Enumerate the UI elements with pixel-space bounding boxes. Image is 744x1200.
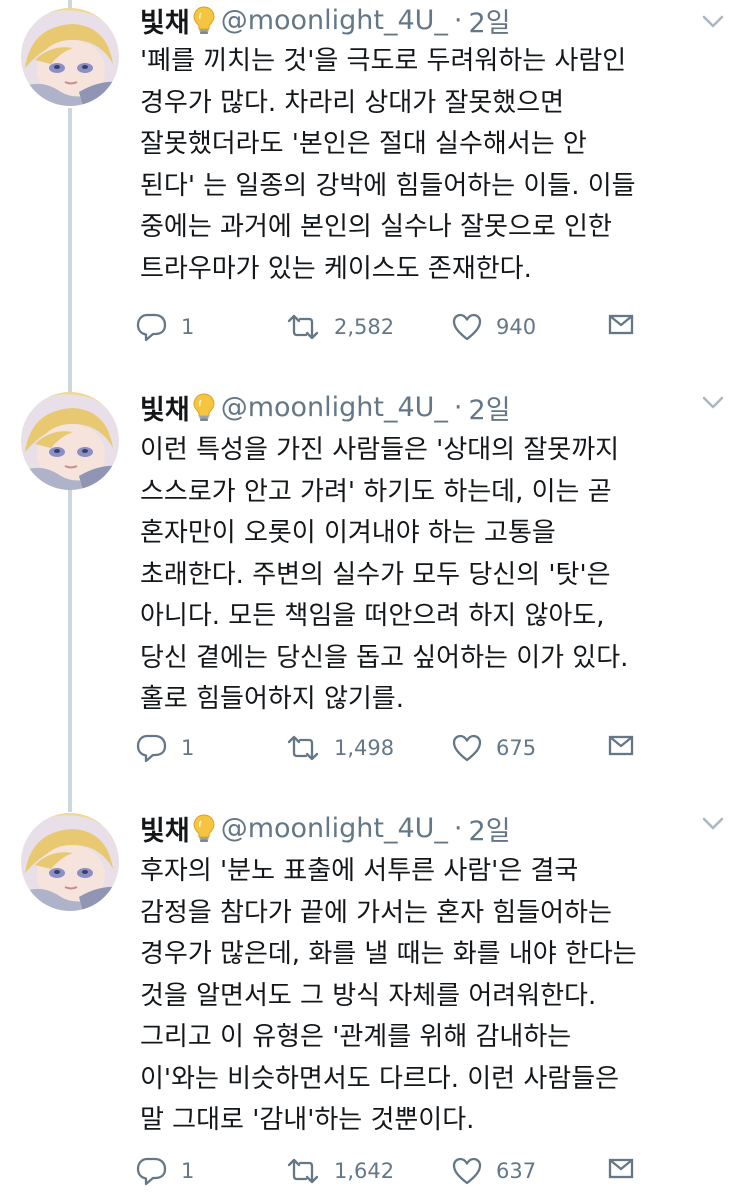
reply-button[interactable]: 1 <box>136 307 194 347</box>
tweet-text: '폐를 끼치는 것'을 극도로 두려워하는 사람인 경우가 많다. 차라리 상대… <box>140 41 730 290</box>
reply-count: 1 <box>181 736 195 760</box>
tweet-text-line: 중에는 과거에 본인의 실수나 잘못으로 인한 <box>140 212 612 242</box>
mail-icon <box>608 735 634 756</box>
tweet-actions: 1 1,642 637 <box>136 1151 656 1191</box>
tweet[interactable]: 빛채 @moonlight_4U_ · 2일 '폐를 끼치는 것'을 극도로 두… <box>0 0 744 370</box>
chevron-down-icon[interactable] <box>702 395 724 409</box>
tweet-text-line: 잘못했더라도 '본인은 절대 실수해서는 안 <box>140 129 587 159</box>
timestamp[interactable]: 2일 <box>469 809 511 848</box>
author-name[interactable]: 빛채 <box>140 809 190 848</box>
tweet-actions: 1 1,498 675 <box>136 728 656 768</box>
separator: · <box>453 391 463 423</box>
tweet-header: 빛채 @moonlight_4U_ · 2일 <box>140 808 511 848</box>
tweet-text-line: 홀로 힘들어하지 않기를. <box>140 684 404 714</box>
lightbulb-icon <box>192 5 215 35</box>
reply-icon <box>136 734 167 762</box>
avatar[interactable] <box>21 392 119 490</box>
reply-icon <box>136 1157 167 1185</box>
author-name[interactable]: 빛채 <box>140 1 190 40</box>
retweet-icon <box>287 314 319 340</box>
tweet-text-line: 감정을 참다가 끝에 가서는 혼자 힘들어하는 <box>140 897 612 928</box>
avatar[interactable] <box>21 8 119 106</box>
heart-icon <box>452 313 482 341</box>
tweet-text-line: 스스로가 안고 가려' 하기도 하는데, 이는 곧 <box>140 476 612 507</box>
tweet-text-line: 혼자만이 오롯이 이겨내야 하는 고통을 <box>140 518 556 548</box>
reply-icon <box>136 313 167 341</box>
author-handle[interactable]: @moonlight_4U_ <box>221 392 448 423</box>
retweet-icon <box>287 735 319 761</box>
direct-message-button[interactable] <box>608 313 634 340</box>
retweet-button[interactable]: 2,582 <box>286 307 394 347</box>
separator: · <box>453 4 463 36</box>
lightbulb-icon <box>192 392 215 422</box>
mail-icon <box>608 1158 634 1179</box>
lightbulb-icon <box>192 813 215 843</box>
retweet-count: 1,498 <box>334 736 395 760</box>
direct-message-button[interactable] <box>608 1157 634 1184</box>
retweet-count: 1,642 <box>334 1159 395 1183</box>
retweet-button[interactable]: 1,642 <box>286 1151 394 1191</box>
tweet-text-line: 경우가 많다. 차라리 상대가 잘못했으면 <box>140 87 565 118</box>
tweet-text-line: 이런 특성을 가진 사람들은 '상대의 잘못까지 <box>140 435 620 465</box>
like-count: 637 <box>496 1159 537 1183</box>
like-button[interactable]: 637 <box>452 1151 536 1191</box>
tweet-text-line: 말 그대로 '감내'하는 것뿐이다. <box>140 1105 475 1135</box>
tweet-text-line: 이'와는 비슷하면서도 다르다. 이런 사람들은 <box>140 1063 620 1094</box>
tweet-text-line: 트라우마가 있는 케이스도 존재한다. <box>140 253 532 284</box>
reply-count: 1 <box>181 315 195 339</box>
reply-button[interactable]: 1 <box>136 1151 194 1191</box>
chevron-down-icon[interactable] <box>702 14 724 28</box>
avatar[interactable] <box>21 813 119 911</box>
timestamp[interactable]: 2일 <box>469 1 511 40</box>
tweet-text: 이런 특성을 가진 사람들은 '상대의 잘못까지 스스로가 안고 가려' 하기도… <box>140 430 730 721</box>
tweet-text-line: 경우가 많은데, 화를 낼 때는 화를 내야 한다는 <box>140 939 637 969</box>
chevron-down-icon[interactable] <box>702 816 724 830</box>
tweet-text-line: 아니다. 모든 책임을 떠안으려 하지 않아도, <box>140 601 605 631</box>
heart-icon <box>452 1157 482 1185</box>
tweet[interactable]: 빛채 @moonlight_4U_ · 2일 이런 특성을 가진 사람들은 '상… <box>0 385 744 795</box>
tweet-actions: 1 2,582 940 <box>136 307 656 347</box>
timestamp[interactable]: 2일 <box>469 388 511 427</box>
tweet-header: 빛채 @moonlight_4U_ · 2일 <box>140 0 511 40</box>
tweet-text-line: 것을 알면서도 그 방식 자체를 어려워한다. <box>140 980 597 1011</box>
like-count: 675 <box>496 736 537 760</box>
author-handle[interactable]: @moonlight_4U_ <box>221 5 448 36</box>
tweet[interactable]: 빛채 @moonlight_4U_ · 2일 후자의 '분노 표출에 서투른 사… <box>0 805 744 1200</box>
tweet-header: 빛채 @moonlight_4U_ · 2일 <box>140 387 511 427</box>
tweet-text-line: 초래한다. 주변의 실수가 모두 당신의 '탓'은 <box>140 559 611 590</box>
tweet-text-line: '폐를 끼치는 것'을 극도로 두려워하는 사람인 <box>140 46 627 76</box>
reply-button[interactable]: 1 <box>136 728 194 768</box>
tweet-text-line: 된다' 는 일종의 강박에 힘들어하는 이들. 이들 <box>140 170 636 201</box>
tweet-text: 후자의 '분노 표출에 서투른 사람'은 결국 감정을 참다가 끝에 가서는 혼… <box>140 851 730 1142</box>
heart-icon <box>452 734 482 762</box>
author-name[interactable]: 빛채 <box>140 388 190 427</box>
tweet-text-line: 당신 곁에는 당신을 돕고 싶어하는 이가 있다. <box>140 642 629 673</box>
like-button[interactable]: 940 <box>452 307 536 347</box>
like-count: 940 <box>496 315 537 339</box>
retweet-icon <box>287 1158 319 1184</box>
separator: · <box>453 812 463 844</box>
author-handle[interactable]: @moonlight_4U_ <box>221 813 448 844</box>
retweet-count: 2,582 <box>334 315 395 339</box>
mail-icon <box>608 314 634 335</box>
tweet-text-line: 그리고 이 유형은 '관계를 위해 감내하는 <box>140 1022 572 1052</box>
tweet-text-line: 후자의 '분노 표출에 서투른 사람'은 결국 <box>140 856 579 886</box>
reply-count: 1 <box>181 1159 195 1183</box>
like-button[interactable]: 675 <box>452 728 536 768</box>
retweet-button[interactable]: 1,498 <box>286 728 394 768</box>
direct-message-button[interactable] <box>608 734 634 761</box>
